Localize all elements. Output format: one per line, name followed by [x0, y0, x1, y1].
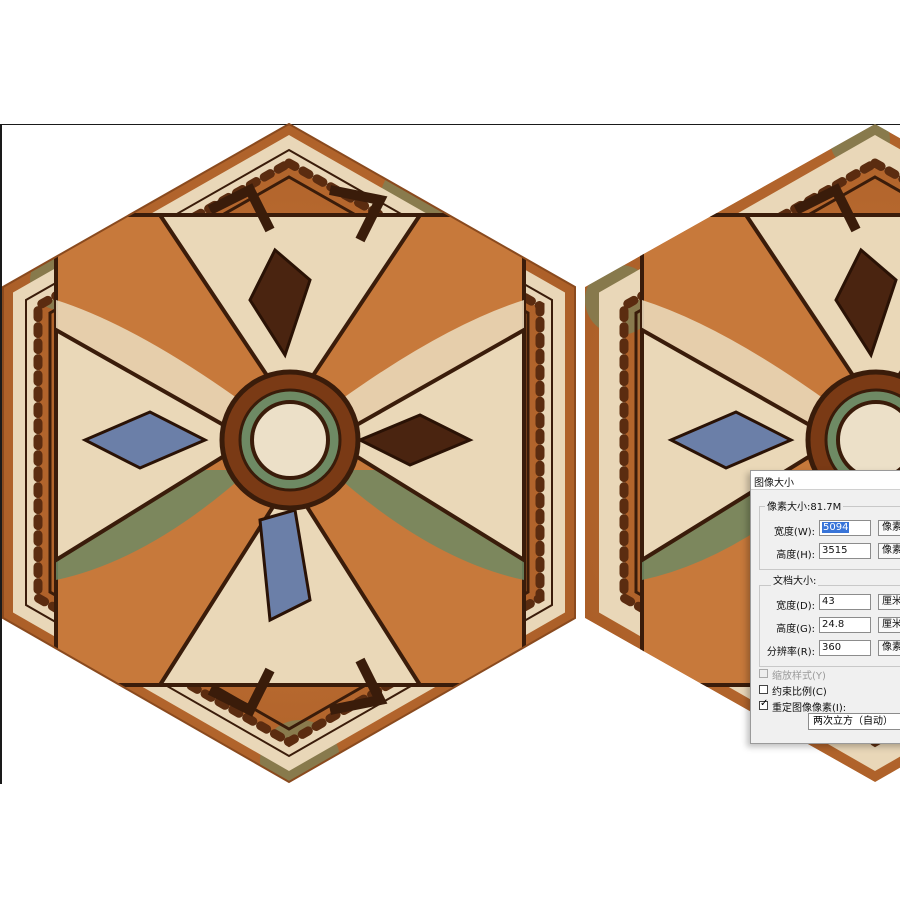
doc-height-unit-select[interactable]: 厘米 — [878, 617, 900, 633]
hexagon-tile-1 — [3, 124, 575, 782]
hexagon-tile-artwork — [1, 122, 900, 784]
doc-width-unit-select[interactable]: 厘米 — [878, 594, 900, 610]
resample-image-checkbox[interactable] — [759, 698, 768, 710]
dialog-titlebar[interactable]: 图像大小 — [751, 471, 900, 490]
doc-height-input[interactable]: 24.8 — [819, 617, 871, 633]
scale-styles-checkbox[interactable] — [759, 669, 768, 678]
image-size-dialog: 图像大小 像素大小:81.7M 宽度(W): 5094 像素 高度(H): 35… — [750, 470, 900, 744]
pixel-dimensions-label: 像素大小:81.7M — [765, 498, 844, 513]
resolution-label: 分辨率(R): — [766, 647, 815, 658]
resolution-input[interactable]: 360 — [819, 640, 871, 656]
image-canvas[interactable] — [0, 0, 900, 900]
resample-method-select[interactable]: 两次立方（自动） — [808, 713, 900, 730]
resolution-unit-select[interactable]: 像素 — [878, 640, 900, 656]
pixel-width-input[interactable]: 5094 — [819, 520, 871, 536]
resample-image-label: 重定图像像素(I): — [772, 703, 847, 714]
doc-width-input[interactable]: 43 — [819, 594, 871, 610]
doc-height-label: 高度(G): — [776, 624, 815, 635]
pixel-height-input[interactable]: 3515 — [819, 543, 871, 559]
pixel-height-unit-select[interactable]: 像素 — [878, 543, 900, 559]
pixel-width-label: 宽度(W): — [773, 527, 815, 538]
constrain-proportions-label: 约束比例(C) — [772, 687, 827, 698]
document-size-label: 文档大小: — [771, 572, 819, 587]
dialog-title: 图像大小 — [754, 478, 794, 489]
doc-width-label: 宽度(D): — [776, 601, 815, 612]
pixel-height-label: 高度(H): — [776, 550, 815, 561]
scale-styles-label: 缩放样式(Y) — [772, 671, 826, 682]
pixel-width-unit-select[interactable]: 像素 — [878, 520, 900, 536]
constrain-proportions-checkbox[interactable] — [759, 685, 768, 694]
